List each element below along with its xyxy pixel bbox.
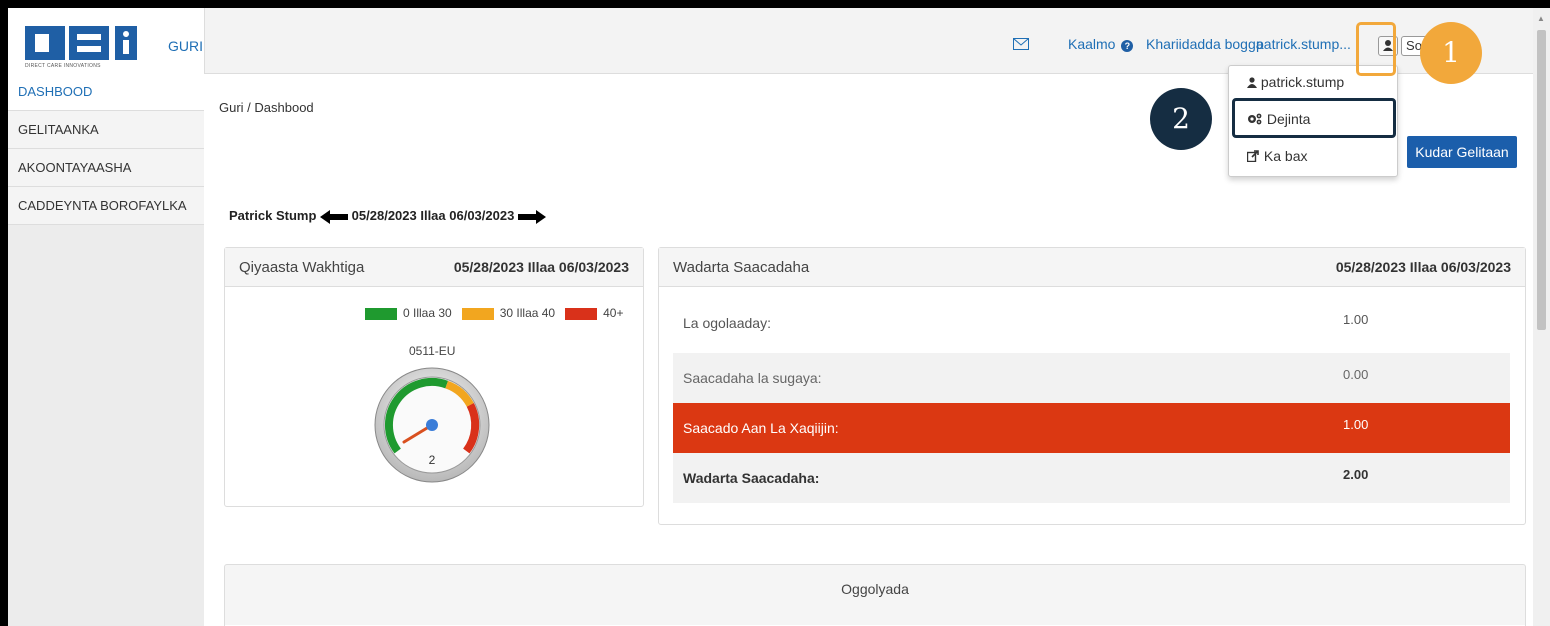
row-value: 0.00	[1343, 367, 1369, 382]
sign-out-icon	[1246, 150, 1259, 163]
table-row-pending: Saacadaha la sugaya: 0.00	[673, 353, 1510, 403]
time-gauge-title: Qiyaasta Wakhtiga	[239, 259, 365, 276]
site-map-link[interactable]: Khariidadda bogga	[1146, 36, 1264, 52]
add-entry-button[interactable]: Kudar Gelitaan	[1407, 136, 1517, 168]
legend-green-swatch	[365, 307, 397, 320]
scroll-up-arrow-icon[interactable]: ▲	[1537, 14, 1545, 23]
sidebar-item-entries[interactable]: GELITAANKA	[8, 111, 204, 149]
approvals-panel: Oggolyada	[224, 564, 1526, 626]
username-text: patrick.stump	[1256, 36, 1340, 52]
total-hours-date-range: 05/28/2023 Illaa 06/03/2023	[1335, 259, 1511, 275]
row-value: 2.00	[1343, 467, 1369, 482]
gauge-legend: 0 Illaa 30 30 Illaa 40 40+	[365, 306, 623, 320]
gauge-label: 0511-EU	[409, 344, 456, 358]
vertical-scrollbar[interactable]: ▲	[1533, 8, 1550, 626]
legend-label-40-plus: 40+	[603, 306, 624, 320]
help-link[interactable]: Kaalmo ?	[1068, 36, 1134, 52]
row-label: Saacado Aan La Xaqiijin:	[683, 420, 839, 436]
row-value: 1.00	[1343, 417, 1369, 432]
row-label: Saacadaha la sugaya:	[683, 370, 822, 386]
user-icon	[1247, 77, 1257, 88]
period-range: 05/28/2023 Illaa 06/03/2023	[351, 208, 515, 223]
row-label: La ogolaaday:	[683, 315, 771, 331]
total-hours-header: Wadarta Saacadaha 05/28/2023 Illaa 06/03…	[659, 248, 1525, 287]
previous-week-arrow-icon[interactable]	[320, 209, 349, 224]
menu-item-label: patrick.stump	[1260, 74, 1345, 90]
total-hours-panel: Wadarta Saacadaha 05/28/2023 Illaa 06/03…	[658, 247, 1526, 525]
help-label: Kaalmo	[1068, 36, 1116, 52]
row-value: 1.00	[1343, 312, 1369, 327]
mail-icon[interactable]	[1013, 38, 1029, 50]
table-row-unverified: Saacado Aan La Xaqiijin: 1.00	[673, 403, 1510, 453]
hours-gauge: 2	[374, 367, 490, 483]
legend-label-0-30: 0 Illaa 30	[403, 306, 452, 320]
sidebar-item-dashboard[interactable]: DASHBOOD	[8, 73, 204, 111]
total-hours-title: Wadarta Saacadaha	[673, 259, 810, 276]
app-window: DIRECT CARE INNOVATIONS GURI Kaalmo ? Kh…	[8, 8, 1533, 626]
question-icon: ?	[1121, 40, 1134, 52]
period-selector: Patrick Stump 05/28/2023 Illaa 06/03/202…	[229, 208, 546, 224]
settings-highlight-box	[1232, 98, 1396, 138]
time-gauge-panel: Qiyaasta Wakhtiga 05/28/2023 Illaa 06/03…	[224, 247, 644, 507]
menu-item-sign-out[interactable]: Ka bax	[1246, 148, 1308, 164]
menu-item-profile[interactable]: patrick.stump	[1247, 74, 1344, 90]
person-name: Patrick Stump	[229, 208, 317, 223]
step-1-badge: 1	[1420, 22, 1482, 84]
legend-orange-swatch	[461, 307, 494, 320]
gauge-value: 2	[429, 453, 436, 467]
time-gauge-header: Qiyaasta Wakhtiga 05/28/2023 Illaa 06/03…	[225, 248, 643, 287]
gauge-hub	[426, 419, 438, 431]
step-2-badge: 2	[1150, 88, 1212, 150]
scroll-thumb[interactable]	[1537, 30, 1546, 330]
breadcrumb: Guri / Dashbood	[219, 100, 314, 115]
sidebar: DASHBOOD GELITAANKA AKOONTAYAASHA CADDEY…	[8, 73, 205, 626]
table-row-approved: La ogolaaday: 1.00	[673, 298, 1510, 348]
approvals-title: Oggolyada	[841, 581, 909, 597]
sidebar-item-profile-verification[interactable]: CADDEYNTA BOROFAYLKA	[8, 187, 204, 225]
time-gauge-date-range: 05/28/2023 Illaa 06/03/2023	[453, 259, 629, 275]
sidebar-item-accounts[interactable]: AKOONTAYAASHA	[8, 149, 204, 187]
user-button-highlight-box	[1356, 22, 1396, 76]
legend-label-30-40: 30 Illaa 40	[499, 306, 556, 320]
dci-logo[interactable]	[25, 22, 155, 64]
row-label: Wadarta Saacadaha:	[683, 470, 820, 486]
menu-item-label: Ka bax	[1263, 148, 1308, 164]
logo-subtitle: DIRECT CARE INNOVATIONS	[25, 63, 101, 69]
legend-red-swatch	[565, 307, 598, 320]
table-row-total: Wadarta Saacadaha: 2.00	[673, 453, 1510, 503]
home-link[interactable]: GURI	[168, 38, 203, 54]
logo-area: DIRECT CARE INNOVATIONS GURI	[8, 8, 205, 73]
next-week-arrow-icon[interactable]	[517, 209, 546, 224]
